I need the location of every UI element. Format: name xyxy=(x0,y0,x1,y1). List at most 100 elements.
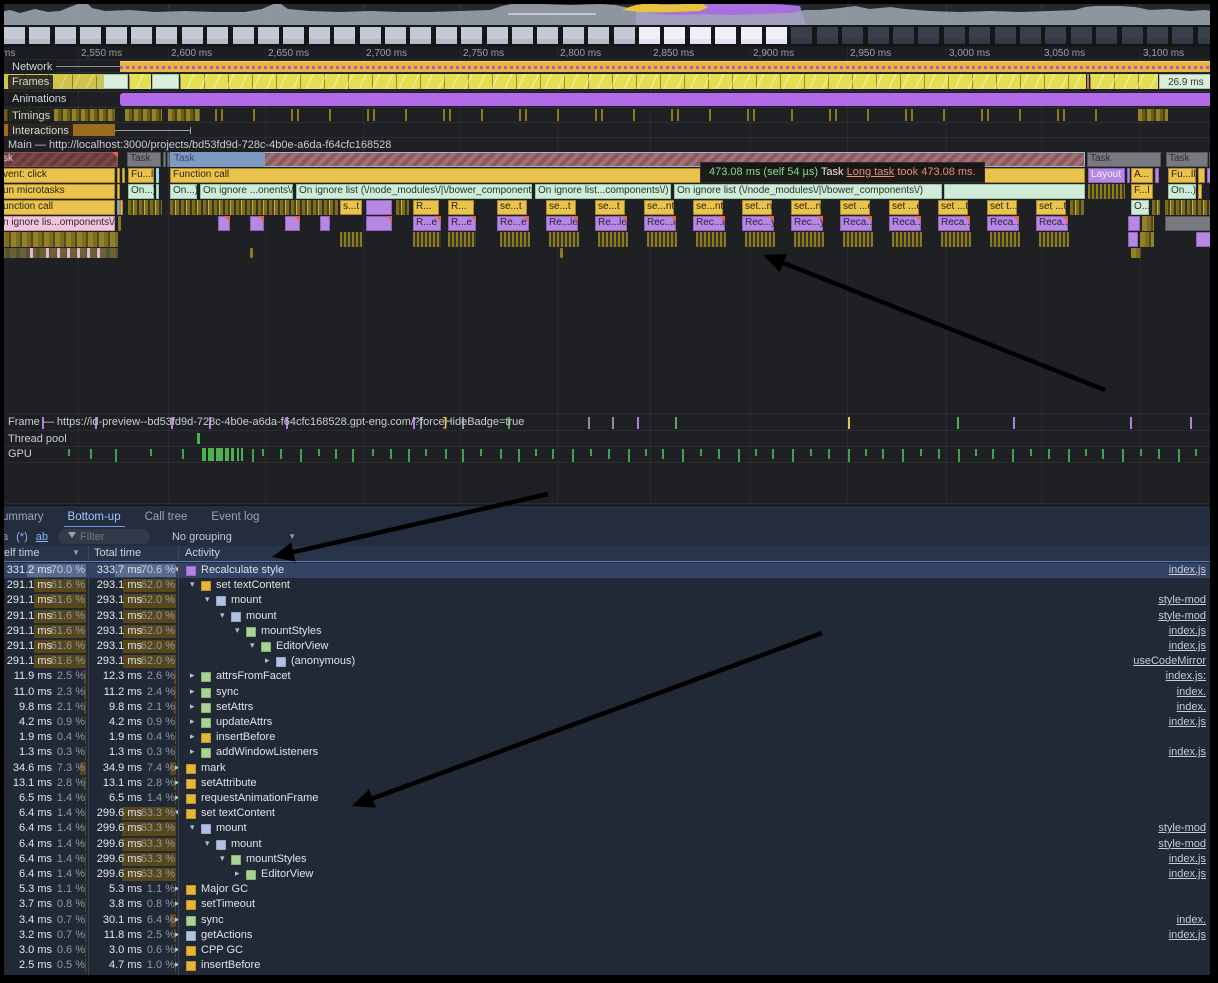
match-word-icon[interactable]: ab xyxy=(36,531,48,543)
flame-bar[interactable]: Reca...yle xyxy=(987,216,1019,231)
flame-bar[interactable] xyxy=(941,232,971,247)
flame-bar[interactable]: se...nt xyxy=(644,200,674,215)
flame-bar[interactable]: set ...tent xyxy=(1036,200,1066,215)
flame-bar[interactable] xyxy=(1155,168,1159,183)
filmstrip-thumbnail[interactable] xyxy=(28,26,51,45)
timing-marker-band[interactable] xyxy=(125,109,162,121)
filmstrip-track[interactable] xyxy=(0,25,1218,47)
timing-marker[interactable] xyxy=(557,109,559,121)
flame-bar[interactable] xyxy=(117,168,120,183)
filmstrip-thumbnail[interactable] xyxy=(1146,26,1169,45)
table-row[interactable]: 2.5 ms0.5 %4.7 ms1.0 %▸insertBefore xyxy=(0,958,1210,973)
tab-ummary[interactable]: ummary xyxy=(2,506,44,528)
flame-bar[interactable]: On...) xyxy=(170,184,197,199)
table-row[interactable]: 1.3 ms0.3 %1.3 ms0.3 %▸addWindowListener… xyxy=(0,745,1210,760)
flame-bar[interactable] xyxy=(250,216,264,231)
expand-triangle-icon[interactable]: ▸ xyxy=(235,868,240,879)
timing-marker[interactable] xyxy=(443,109,445,121)
table-row[interactable]: 1.9 ms0.4 %1.9 ms0.4 %▸insertBefore xyxy=(0,730,1210,745)
flame-bar[interactable] xyxy=(340,232,362,247)
flame-bar[interactable]: Reca...yle xyxy=(840,216,872,231)
filmstrip-thumbnail[interactable] xyxy=(1121,26,1144,45)
filmstrip-thumbnail[interactable] xyxy=(968,26,991,45)
flame-bar[interactable]: Re...e xyxy=(497,216,529,231)
table-row[interactable]: 4.2 ms0.9 %4.2 ms0.9 %▸updateAttrsindex.… xyxy=(0,715,1210,730)
flame-bar[interactable]: A... xyxy=(1131,168,1153,183)
timing-marker[interactable] xyxy=(367,109,369,121)
filmstrip-thumbnail[interactable] xyxy=(790,26,813,45)
flame-bar[interactable] xyxy=(128,200,162,215)
flame-bar[interactable]: set ...ent xyxy=(889,200,919,215)
timing-marker[interactable] xyxy=(633,109,635,121)
filmstrip-thumbnail[interactable] xyxy=(333,26,356,45)
flame-bar[interactable] xyxy=(170,200,338,215)
table-row[interactable]: 6.4 ms1.4 %299.6 ms63.3 %▾set textConten… xyxy=(0,806,1210,821)
filmstrip-thumbnail[interactable] xyxy=(181,26,204,45)
flame-bar[interactable]: se...t xyxy=(546,200,576,215)
flame-bar[interactable]: On ignore ...onents\/) xyxy=(200,184,293,199)
timing-marker[interactable] xyxy=(905,109,907,121)
flame-bar[interactable] xyxy=(57,248,60,258)
table-row[interactable]: 331.2 ms70.0 %333.7 ms70.6 %▾Recalculate… xyxy=(0,563,1210,578)
expand-triangle-icon[interactable]: ▸ xyxy=(190,701,195,712)
flame-bar[interactable] xyxy=(396,200,409,215)
table-row[interactable]: 34.6 ms7.3 %34.9 ms7.4 %▸mark xyxy=(0,761,1210,776)
flame-bar[interactable] xyxy=(843,232,873,247)
timing-marker[interactable] xyxy=(215,109,217,121)
timing-marker[interactable] xyxy=(791,109,793,121)
track-label-animations[interactable]: Animations xyxy=(8,92,70,106)
column-total-time[interactable]: Total time xyxy=(94,547,141,559)
filmstrip-thumbnail[interactable] xyxy=(1171,26,1194,45)
flame-bar[interactable]: Task xyxy=(1087,152,1161,167)
flame-bar[interactable] xyxy=(1152,200,1160,215)
flame-bar[interactable]: set ...ent xyxy=(840,200,870,215)
flame-bar[interactable] xyxy=(1088,184,1125,199)
flame-bar[interactable]: Task xyxy=(1166,152,1208,167)
flame-bar[interactable] xyxy=(598,232,628,247)
timing-marker[interactable] xyxy=(1095,109,1097,121)
source-link[interactable]: useCodeMirror xyxy=(1133,655,1206,667)
network-requests-bar[interactable] xyxy=(120,61,1213,72)
filmstrip-thumbnail[interactable] xyxy=(435,26,458,45)
timing-marker[interactable] xyxy=(525,109,527,121)
flame-bar[interactable]: set...nt xyxy=(791,200,821,215)
filmstrip-thumbnail[interactable] xyxy=(562,26,585,45)
flame-bar[interactable] xyxy=(97,248,100,258)
flame-bar[interactable] xyxy=(120,200,123,215)
collapse-triangle-icon[interactable]: ▾ xyxy=(235,625,240,636)
tab-event-log[interactable]: Event log xyxy=(211,506,259,528)
flame-bar[interactable] xyxy=(118,216,121,231)
track-label-timings[interactable]: Timings xyxy=(8,109,54,123)
filmstrip-thumbnail[interactable] xyxy=(1044,26,1067,45)
timing-marker-band[interactable] xyxy=(168,109,200,121)
flame-bar[interactable]: Reca...tyle xyxy=(938,216,970,231)
flame-bar[interactable] xyxy=(163,152,166,167)
flame-bar[interactable]: On ignore list (\/node_modules\/|\/bower… xyxy=(674,184,942,199)
table-row[interactable]: 11.0 ms2.3 %11.2 ms2.4 %▸syncindex. xyxy=(0,685,1210,700)
flame-bar[interactable]: On...) xyxy=(1168,184,1196,199)
flame-bar[interactable]: Fu...ll xyxy=(1168,168,1196,183)
thread-pool-header[interactable]: Thread pool xyxy=(8,433,67,445)
column-divider[interactable] xyxy=(178,546,179,975)
filmstrip-thumbnail[interactable] xyxy=(994,26,1017,45)
expand-triangle-icon[interactable]: ▸ xyxy=(190,746,195,757)
filmstrip-thumbnail[interactable] xyxy=(740,26,763,45)
filmstrip-thumbnail[interactable] xyxy=(409,26,432,45)
filmstrip-thumbnail[interactable] xyxy=(536,26,559,45)
flame-bar[interactable] xyxy=(218,216,230,231)
flame-bar[interactable] xyxy=(990,232,1020,247)
flame-bar[interactable] xyxy=(0,232,118,247)
flame-bar[interactable] xyxy=(1165,200,1213,215)
table-row[interactable]: 3.0 ms0.6 %3.0 ms0.6 %▸CPP GC xyxy=(0,943,1210,958)
table-row[interactable]: 291.1 ms61.6 %293.1 ms62.0 %▾EditorViewi… xyxy=(0,639,1210,654)
filmstrip-thumbnail[interactable] xyxy=(1095,26,1118,45)
frame-duration-bar[interactable]: 26.9 ms xyxy=(1159,74,1213,89)
flame-bar[interactable]: se...t xyxy=(497,200,527,215)
filmstrip-thumbnail[interactable] xyxy=(257,26,280,45)
flame-bar[interactable]: R... xyxy=(413,200,439,215)
frame-duration-bar[interactable] xyxy=(180,74,1086,89)
filmstrip-thumbnail[interactable] xyxy=(1070,26,1093,45)
timing-marker[interactable] xyxy=(911,109,913,121)
table-row[interactable]: 11.9 ms2.5 %12.3 ms2.6 %▸attrsFromFaceti… xyxy=(0,669,1210,684)
filmstrip-thumbnail[interactable] xyxy=(613,26,636,45)
